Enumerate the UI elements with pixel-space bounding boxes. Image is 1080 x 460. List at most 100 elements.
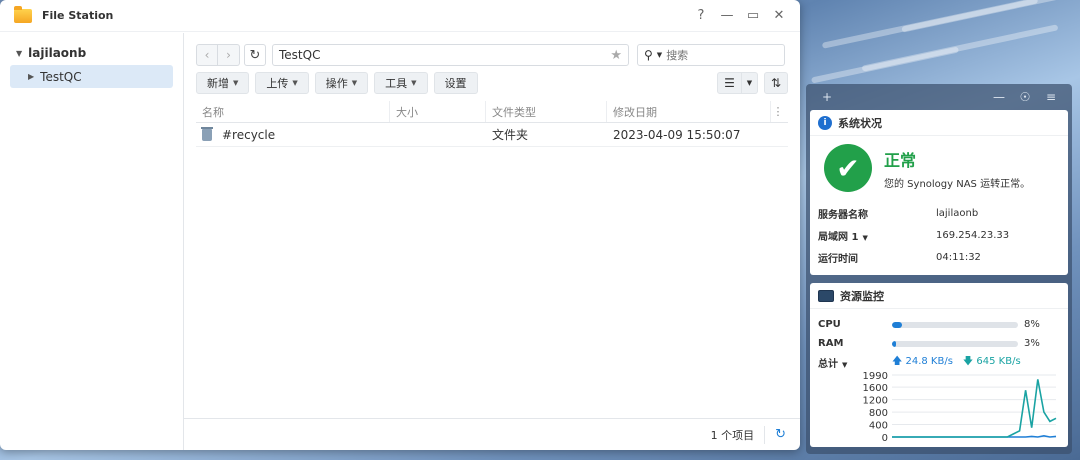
window-title: File Station	[42, 9, 114, 22]
folder-tree: ▼ lajilaonb ▶ TestQC	[0, 33, 184, 450]
file-type-cell: 文件夹	[492, 128, 529, 142]
cpu-label: CPU	[818, 319, 841, 330]
trash-icon	[201, 126, 213, 141]
file-table: 名称 大小 文件类型 修改日期 ⋮ #recycle 文件夹 2023-04-0…	[196, 101, 788, 147]
action-toolbar: 新增 ▼ 上传 ▼ 操作 ▼ 工具 ▼ 设置 ☰ ▼ ⇅	[184, 65, 800, 95]
server-name-row: 服务器名称 lajilaonb	[810, 202, 1068, 224]
list-view-button[interactable]: ☰	[717, 72, 742, 94]
cpu-row: CPU 8%	[810, 315, 1068, 334]
refresh-icon[interactable]: ↻	[775, 427, 786, 442]
path-field[interactable]: TestQC ★	[272, 44, 629, 66]
tools-button[interactable]: 工具 ▼	[374, 72, 428, 94]
cpu-value: 8%	[1024, 319, 1040, 330]
create-label: 新增	[207, 77, 229, 90]
dropdown-icon: ▼	[862, 233, 868, 242]
navigation-bar: ‹ › ↻ TestQC ★ ⚲ ▼	[184, 33, 800, 66]
widget-panel-toolbar: + — ☉ ≡	[806, 84, 1072, 110]
dropdown-icon: ▼	[842, 361, 848, 369]
maximize-button[interactable]: ▭	[740, 8, 766, 23]
ram-value: 3%	[1024, 338, 1040, 349]
check-circle-icon: ✔	[824, 144, 872, 192]
item-count: 1 个项目	[710, 428, 755, 442]
minimize-button[interactable]: —	[714, 8, 740, 23]
lan-label: 局域网 1	[818, 231, 859, 243]
pin-icon[interactable]: ☉	[1012, 90, 1038, 104]
create-button[interactable]: 新增 ▼	[196, 72, 250, 94]
star-icon[interactable]: ★	[610, 48, 622, 63]
settings-button[interactable]: 设置	[433, 72, 478, 94]
file-browser: ‹ › ↻ TestQC ★ ⚲ ▼ 新增▼ 上传▼ 操作▼ 工具▼ 设置	[184, 33, 800, 450]
table-row[interactable]: #recycle 文件夹 2023-04-09 15:50:07	[196, 123, 788, 147]
search-dropdown-icon[interactable]: ▼	[657, 51, 662, 59]
column-name[interactable]: 名称	[196, 101, 390, 122]
y-tick-label: 1200	[863, 396, 888, 407]
close-button[interactable]: ✕	[766, 8, 792, 23]
settings-label: 设置	[444, 77, 467, 90]
dropdown-icon: ▼	[292, 79, 298, 87]
column-menu-icon[interactable]: ⋮	[771, 101, 785, 122]
upload-button[interactable]: 上传 ▼	[255, 72, 309, 94]
uptime-label: 运行时间	[818, 253, 858, 265]
health-status: ✔ 正常 您的 Synology NAS 运转正常。	[810, 136, 1068, 192]
upload-value: 24.8 KB/s	[905, 356, 953, 367]
widget-title: 系统状况	[838, 116, 882, 130]
search-input[interactable]	[666, 48, 777, 62]
tree-item-label: TestQC	[40, 69, 82, 84]
cpu-bar-fill	[892, 321, 903, 328]
add-widget-icon[interactable]: +	[814, 90, 840, 104]
caret-down-icon[interactable]: ▼	[16, 49, 22, 58]
forward-button[interactable]: ›	[218, 44, 240, 66]
widget-header: i 系统状况	[810, 110, 1068, 136]
refresh-button[interactable]: ↻	[244, 44, 266, 66]
ram-bar-fill	[892, 340, 896, 347]
widget-header: 资源监控	[810, 283, 1068, 309]
column-type[interactable]: 文件类型	[486, 101, 607, 122]
tools-label: 工具	[385, 77, 408, 90]
panel-menu-icon[interactable]: ≡	[1038, 90, 1064, 104]
y-tick-label: 400	[869, 421, 888, 432]
server-name-label: 服务器名称	[818, 209, 868, 221]
file-station-window: File Station ? — ▭ ✕ ▼ lajilaonb ▶ TestQ…	[0, 0, 800, 450]
widget-title: 资源监控	[840, 289, 884, 303]
path-text: TestQC	[279, 48, 321, 62]
dropdown-icon: ▼	[233, 79, 239, 87]
back-button[interactable]: ‹	[196, 44, 218, 66]
info-icon: i	[818, 115, 832, 130]
minimize-panel-icon[interactable]: —	[986, 90, 1012, 104]
download-arrow-icon: 🡇	[962, 356, 974, 367]
health-state: 正常	[884, 150, 917, 170]
tree-item-testqc[interactable]: ▶ TestQC	[10, 65, 173, 88]
caret-right-icon[interactable]: ▶	[28, 72, 34, 81]
total-selector[interactable]: 总计 ▼	[818, 355, 892, 370]
tree-root-label: lajilaonb	[28, 46, 87, 60]
title-bar[interactable]: File Station ? — ▭ ✕	[0, 0, 800, 32]
search-icon[interactable]: ⚲	[644, 48, 653, 62]
system-status-widget: i 系统状况 ✔ 正常 您的 Synology NAS 运转正常。 服务器名称 …	[810, 110, 1068, 275]
column-size[interactable]: 大小	[390, 101, 486, 122]
y-tick-label: 1990	[863, 371, 888, 382]
y-tick-label: 0	[882, 433, 888, 444]
ram-row: RAM 3%	[810, 334, 1068, 353]
monitor-icon	[818, 289, 834, 302]
uptime-row: 运行时间 04:11:32	[810, 246, 1068, 268]
sort-button[interactable]: ⇅	[763, 72, 788, 94]
tree-root-node[interactable]: ▼ lajilaonb	[0, 41, 183, 65]
uptime-value: 04:11:32	[936, 251, 981, 263]
ram-label: RAM	[818, 338, 844, 349]
lan-selector[interactable]: 局域网 1 ▼	[818, 228, 936, 243]
download-value: 645 KB/s	[976, 356, 1021, 367]
file-name-cell: #recycle	[196, 126, 390, 142]
ram-bar	[892, 340, 1018, 347]
help-button[interactable]: ?	[688, 8, 714, 23]
search-box[interactable]: ⚲ ▼	[637, 44, 785, 66]
network-chart: 1990 1600 1200 800 400 0	[810, 369, 1068, 447]
column-modified[interactable]: 修改日期	[607, 101, 771, 122]
file-name: #recycle	[222, 127, 276, 142]
view-dropdown-icon[interactable]: ▼	[741, 72, 758, 94]
action-label: 操作	[325, 77, 348, 90]
table-header: 名称 大小 文件类型 修改日期 ⋮	[196, 101, 788, 123]
lan-row: 局域网 1 ▼ 169.254.23.33	[810, 224, 1068, 246]
action-button[interactable]: 操作 ▼	[314, 72, 369, 94]
y-tick-label: 800	[869, 408, 888, 419]
dropdown-icon: ▼	[351, 79, 358, 87]
